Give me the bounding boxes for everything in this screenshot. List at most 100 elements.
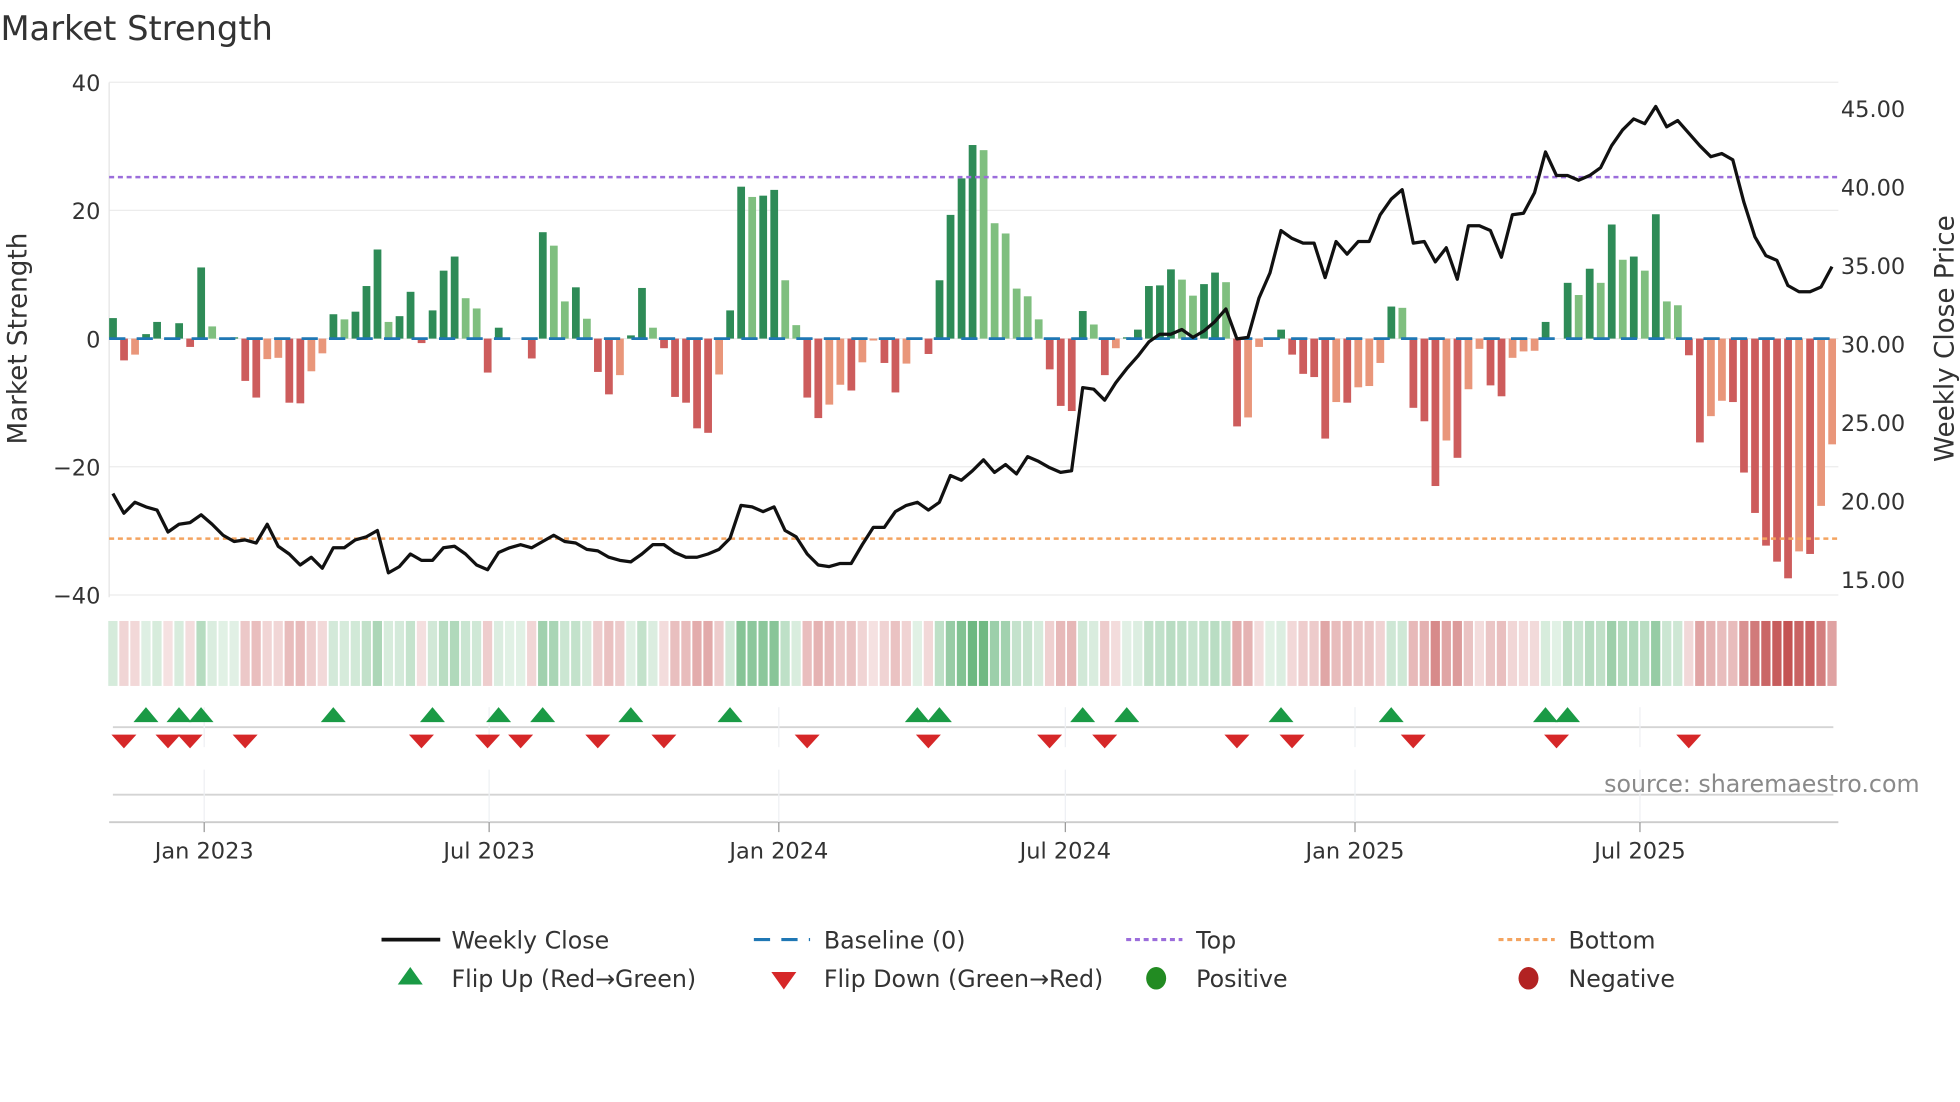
x-tick-label: Jan 2025 [1304, 838, 1405, 864]
heat-strip-cell [1816, 620, 1826, 686]
legend-item-negative: Negative [1518, 965, 1675, 993]
strength-bar [1585, 268, 1594, 339]
heat-strip-cell [449, 620, 460, 686]
flip-down-marker [585, 734, 611, 749]
strength-bar [1574, 295, 1583, 339]
strength-bar [131, 338, 139, 355]
heat-strip-cell [405, 620, 416, 686]
flip-up-marker [1555, 707, 1581, 723]
strength-bar [748, 196, 757, 339]
flip-down-marker [1544, 734, 1570, 749]
heat-strip-cell [130, 620, 140, 686]
heat-strip-cell [967, 620, 978, 686]
heat-strip-cell [923, 620, 933, 686]
heat-strip-cell [1618, 620, 1628, 686]
flip-up-marker [1268, 707, 1294, 723]
heat-strip-cell [758, 620, 768, 686]
flip-down-marker [155, 734, 181, 749]
heat-strip-cell [1353, 620, 1363, 686]
strength-bar [957, 178, 966, 339]
strength-bar [781, 280, 790, 339]
heat-strip-cell [328, 620, 338, 686]
heat-strip-cell [571, 620, 581, 686]
strength-bar [472, 308, 481, 339]
strength-bar [693, 338, 701, 429]
heat-strip-cell [1827, 620, 1837, 686]
strength-bar [1310, 338, 1319, 378]
strength-bar [1343, 338, 1352, 403]
heat-strip-cell [934, 620, 945, 686]
heat-strip-cell [1287, 620, 1297, 686]
market-strength-chart: Market Strength 40 20 0 −20 −40 45.00 40.00 35.… [0, 9, 1960, 993]
strength-bar [1365, 338, 1374, 387]
strength-bar [307, 338, 316, 372]
strength-bar [737, 186, 746, 339]
y2-tick-label: 30.00 [1841, 332, 1905, 358]
heat-strip-cell [703, 620, 713, 686]
strength-bar [450, 256, 459, 339]
strength-bar [1398, 307, 1407, 339]
strength-bar [869, 338, 878, 341]
strength-bar [649, 327, 657, 339]
heat-strip-cell [1651, 620, 1661, 686]
heat-strip-cell [1739, 620, 1749, 686]
y2-tick-label: 15.00 [1841, 568, 1905, 594]
strength-bar [924, 338, 933, 354]
heat-strip-cell [1155, 620, 1165, 686]
flip-down-marker [794, 734, 820, 749]
strength-bar [990, 223, 999, 339]
strength-bar [1067, 338, 1076, 412]
heat-strip-cell [527, 620, 537, 686]
flip-down-marker [111, 734, 137, 749]
flip-down-marker [1400, 734, 1426, 749]
strength-bar [208, 326, 217, 339]
heat-strip-cell [1397, 620, 1407, 686]
legend: Weekly Close Baseline (0) Top Bottom Fli… [381, 926, 1675, 993]
y2-tick-label: 20.00 [1841, 489, 1905, 515]
legend-item-top: Top [1126, 926, 1236, 954]
legend-label: Flip Up (Red→Green) [451, 965, 696, 993]
heat-strip-cell [538, 620, 548, 686]
heat-strip-cell [262, 620, 272, 686]
heat-strip-cell [1573, 620, 1584, 686]
strength-bar [285, 338, 294, 403]
strength-bar [318, 338, 327, 354]
strength-bar [1530, 338, 1539, 351]
heat-strip-cell [1673, 620, 1683, 686]
heat-strip-cell [1728, 620, 1738, 686]
strength-bar [1089, 324, 1098, 339]
legend-item-flip-down: Flip Down (Green→Red) [771, 965, 1103, 993]
heat-strip-cell [989, 620, 1000, 686]
heat-strip-cell [1529, 620, 1540, 686]
strength-bar [197, 267, 206, 339]
strength-bar [1475, 338, 1484, 349]
strength-bar [880, 338, 889, 363]
strength-bar [428, 310, 437, 339]
heat-strip-cell [119, 620, 129, 686]
heat-strip-cell [1441, 620, 1451, 686]
strength-bar [1111, 338, 1120, 349]
strength-bar [153, 321, 161, 339]
strength-bar [362, 286, 371, 339]
legend-label: Weekly Close [451, 926, 609, 954]
strength-bar [836, 338, 845, 385]
heat-strip-cell [1331, 620, 1341, 686]
heat-strip-cell [835, 620, 845, 686]
heat-strip-cell [383, 620, 394, 686]
heat-strip-cell [1805, 620, 1815, 686]
heat-strip-cell [549, 620, 559, 686]
heat-strip-cell [1783, 620, 1793, 686]
flip-down-marker [475, 734, 501, 749]
strength-bar [1431, 338, 1440, 487]
strength-bar [1806, 338, 1814, 554]
heat-strip-cell [1111, 620, 1121, 686]
strength-bar [1828, 338, 1837, 445]
strength-bar [549, 245, 558, 339]
flip-up-marker [166, 707, 192, 723]
source-note: source: sharemaestro.com [1604, 770, 1919, 798]
heat-strip-cell [1210, 620, 1220, 686]
heat-strip-cell [1177, 620, 1187, 686]
strength-bar [935, 280, 944, 339]
x-tick-label: Jul 2023 [441, 838, 534, 864]
triangle-down-icon [771, 972, 797, 990]
